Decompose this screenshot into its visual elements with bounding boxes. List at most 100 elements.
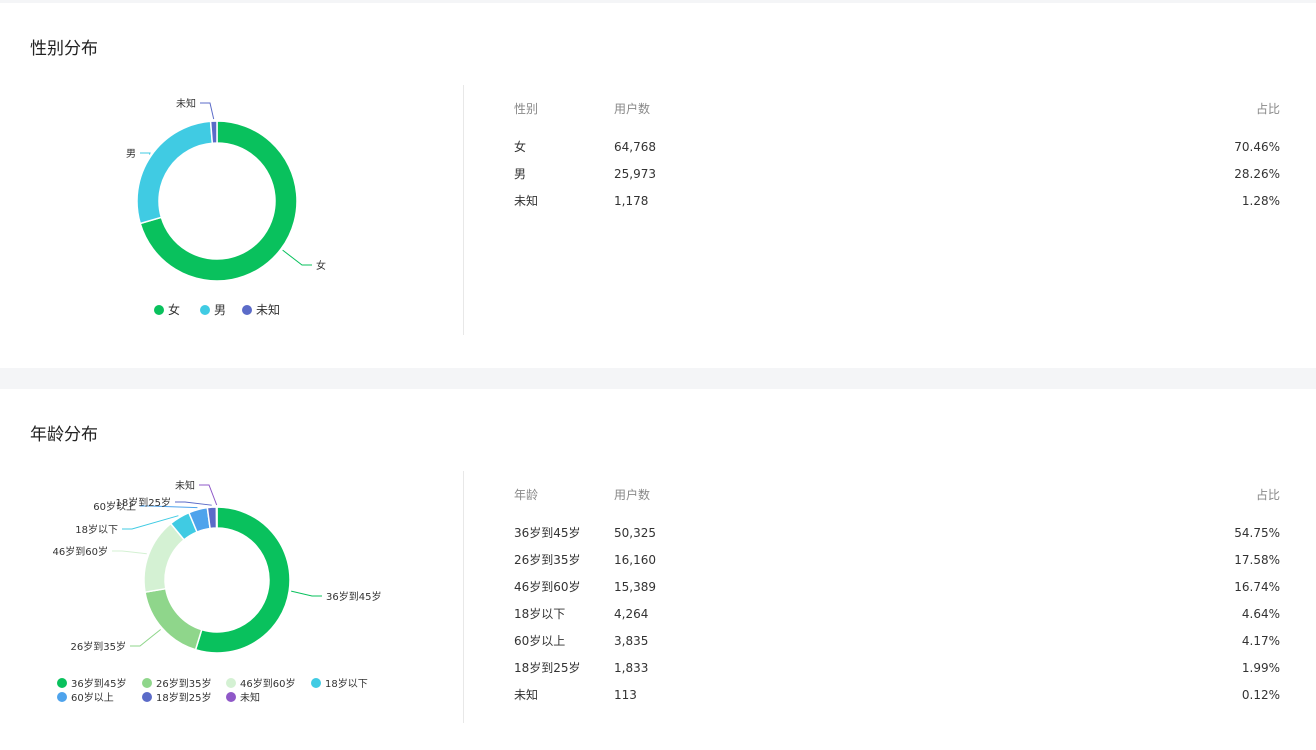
donut-labels: 36岁到45岁26岁到35岁46岁到60岁18岁以下60岁以上18岁到25岁未知	[53, 479, 382, 653]
row-label: 女	[514, 140, 527, 154]
row-ratio: 4.17%	[1241, 634, 1280, 648]
legend-item[interactable]: 未知	[242, 303, 280, 317]
legend-dot	[226, 692, 236, 702]
age-table: 年龄 用户数 占比 36岁到45岁 50,325 54.75% 26岁到35岁 …	[514, 482, 1280, 709]
legend-item[interactable]: 18岁以下	[311, 677, 368, 690]
table-row: 18岁到25岁 1,833 1.99%	[514, 655, 1280, 682]
legend-item[interactable]: 26岁到35岁	[142, 677, 211, 690]
gender-header-ratio: 占比	[1255, 102, 1280, 116]
leader-line-0	[291, 590, 322, 597]
row-ratio: 17.58%	[1234, 553, 1280, 567]
row-label: 未知	[514, 194, 539, 208]
row-label: 26岁到35岁	[514, 553, 581, 567]
slice-label-3: 18岁以下	[75, 523, 118, 536]
table-row: 女 64,768 70.46%	[514, 134, 1280, 161]
legend-label: 26岁到35岁	[156, 677, 211, 690]
table-row: 60岁以上 3,835 4.17%	[514, 628, 1280, 655]
donut-slice-1[interactable]	[144, 587, 203, 651]
legend-label: 36岁到45岁	[71, 677, 126, 690]
age-header-ratio: 占比	[1255, 488, 1280, 502]
row-users: 4,264	[614, 607, 649, 621]
legend-item[interactable]: 男	[200, 303, 226, 317]
row-label: 未知	[514, 688, 539, 702]
legend-item[interactable]: 女	[154, 302, 180, 317]
donut-slices	[143, 506, 291, 654]
row-users: 50,325	[614, 526, 656, 540]
legend-dot	[311, 678, 321, 688]
leader-line-0	[282, 249, 312, 266]
age-table-header: 年龄 用户数 占比	[514, 482, 1280, 509]
gender-section: 性别分布 女男未知女男未知 性别 用户数 占比 女 64,768 70.46% …	[0, 3, 1316, 368]
table-row: 未知 113 0.12%	[514, 682, 1280, 709]
age-donut-chart: 36岁到45岁26岁到35岁46岁到60岁18岁以下60岁以上18岁到25岁未知…	[53, 479, 382, 704]
leader-line-2	[112, 550, 147, 555]
row-label: 60岁以上	[514, 634, 566, 648]
donut-slice-2[interactable]	[143, 522, 186, 594]
gender-header-users: 用户数	[614, 102, 651, 116]
legend-label: 46岁到60岁	[240, 677, 295, 690]
gender-divider	[463, 85, 464, 335]
legend-dot	[57, 692, 67, 702]
slice-label-1: 26岁到35岁	[71, 640, 126, 653]
age-header-users: 用户数	[614, 488, 651, 502]
leader-line-1	[140, 152, 151, 155]
table-row: 男 25,973 28.26%	[514, 161, 1280, 188]
legend-item[interactable]: 46岁到60岁	[226, 677, 295, 690]
row-users: 64,768	[614, 140, 656, 154]
slice-label-5: 18岁到25岁	[116, 496, 171, 509]
legend-label: 18岁以下	[325, 677, 368, 690]
row-ratio: 28.26%	[1234, 167, 1280, 181]
legend-dot	[242, 305, 252, 315]
donut-slices	[136, 120, 298, 282]
chart-legend: 36岁到45岁 26岁到35岁 46岁到60岁 18岁以下 60岁以上 18岁到25岁 未知	[57, 677, 368, 704]
legend-item[interactable]: 36岁到45岁	[57, 677, 126, 690]
table-row: 18岁以下 4,264 4.64%	[514, 601, 1280, 628]
row-ratio: 54.75%	[1234, 526, 1280, 540]
row-label: 36岁到45岁	[514, 526, 581, 540]
donut-slice-2[interactable]	[209, 120, 218, 144]
donut-slice-1[interactable]	[136, 120, 214, 225]
legend-item[interactable]: 未知	[226, 691, 260, 704]
legend-item[interactable]: 18岁到25岁	[142, 691, 211, 704]
gender-header-label: 性别	[514, 102, 539, 116]
table-row: 未知 1,178 1.28%	[514, 188, 1280, 215]
row-users: 113	[614, 688, 637, 702]
legend-dot	[226, 678, 236, 688]
table-row: 36岁到45岁 50,325 54.75%	[514, 520, 1280, 547]
legend-label: 18岁到25岁	[156, 691, 211, 704]
row-ratio: 16.74%	[1234, 580, 1280, 594]
leader-line-6	[199, 484, 218, 506]
legend-label: 男	[214, 303, 226, 317]
row-label: 18岁以下	[514, 607, 566, 621]
row-ratio: 70.46%	[1234, 140, 1280, 154]
legend-label: 未知	[240, 691, 260, 704]
row-ratio: 1.28%	[1241, 194, 1280, 208]
row-users: 16,160	[614, 553, 656, 567]
age-section: 年龄分布 36岁到45岁 26岁到35岁 46岁到60岁 18岁以下 60岁以上 18岁到…	[0, 389, 1316, 750]
legend-item[interactable]: 60岁以上	[57, 691, 114, 704]
row-users: 15,389	[614, 580, 656, 594]
legend-dot	[154, 305, 164, 315]
leader-line-5	[175, 501, 212, 506]
leader-line-2	[200, 102, 215, 120]
legend-dot	[57, 678, 67, 688]
row-ratio: 0.12%	[1241, 688, 1280, 702]
gender-table-header: 性别 用户数 占比	[514, 96, 1280, 123]
donut-slice-6[interactable]	[215, 506, 218, 529]
age-divider	[463, 471, 464, 723]
slice-label-0: 36岁到45岁	[326, 590, 381, 603]
legend-label: 女	[168, 302, 180, 317]
row-users: 3,835	[614, 634, 649, 648]
legend-label: 未知	[256, 303, 280, 317]
chart-legend: 女 男 未知	[154, 302, 280, 317]
row-users: 25,973	[614, 167, 656, 181]
legend-dot	[200, 305, 210, 315]
leader-line-1	[130, 629, 161, 647]
slice-label-1: 男	[126, 148, 136, 160]
row-users: 1,833	[614, 661, 649, 675]
gender-table: 性别 用户数 占比 女 64,768 70.46% 男 25,973 28.26…	[514, 96, 1280, 215]
slice-label-2: 46岁到60岁	[53, 545, 108, 558]
gender-donut-chart: 女男未知女男未知	[126, 97, 326, 317]
slice-label-0: 女	[316, 259, 326, 272]
age-header-label: 年龄	[514, 488, 539, 502]
